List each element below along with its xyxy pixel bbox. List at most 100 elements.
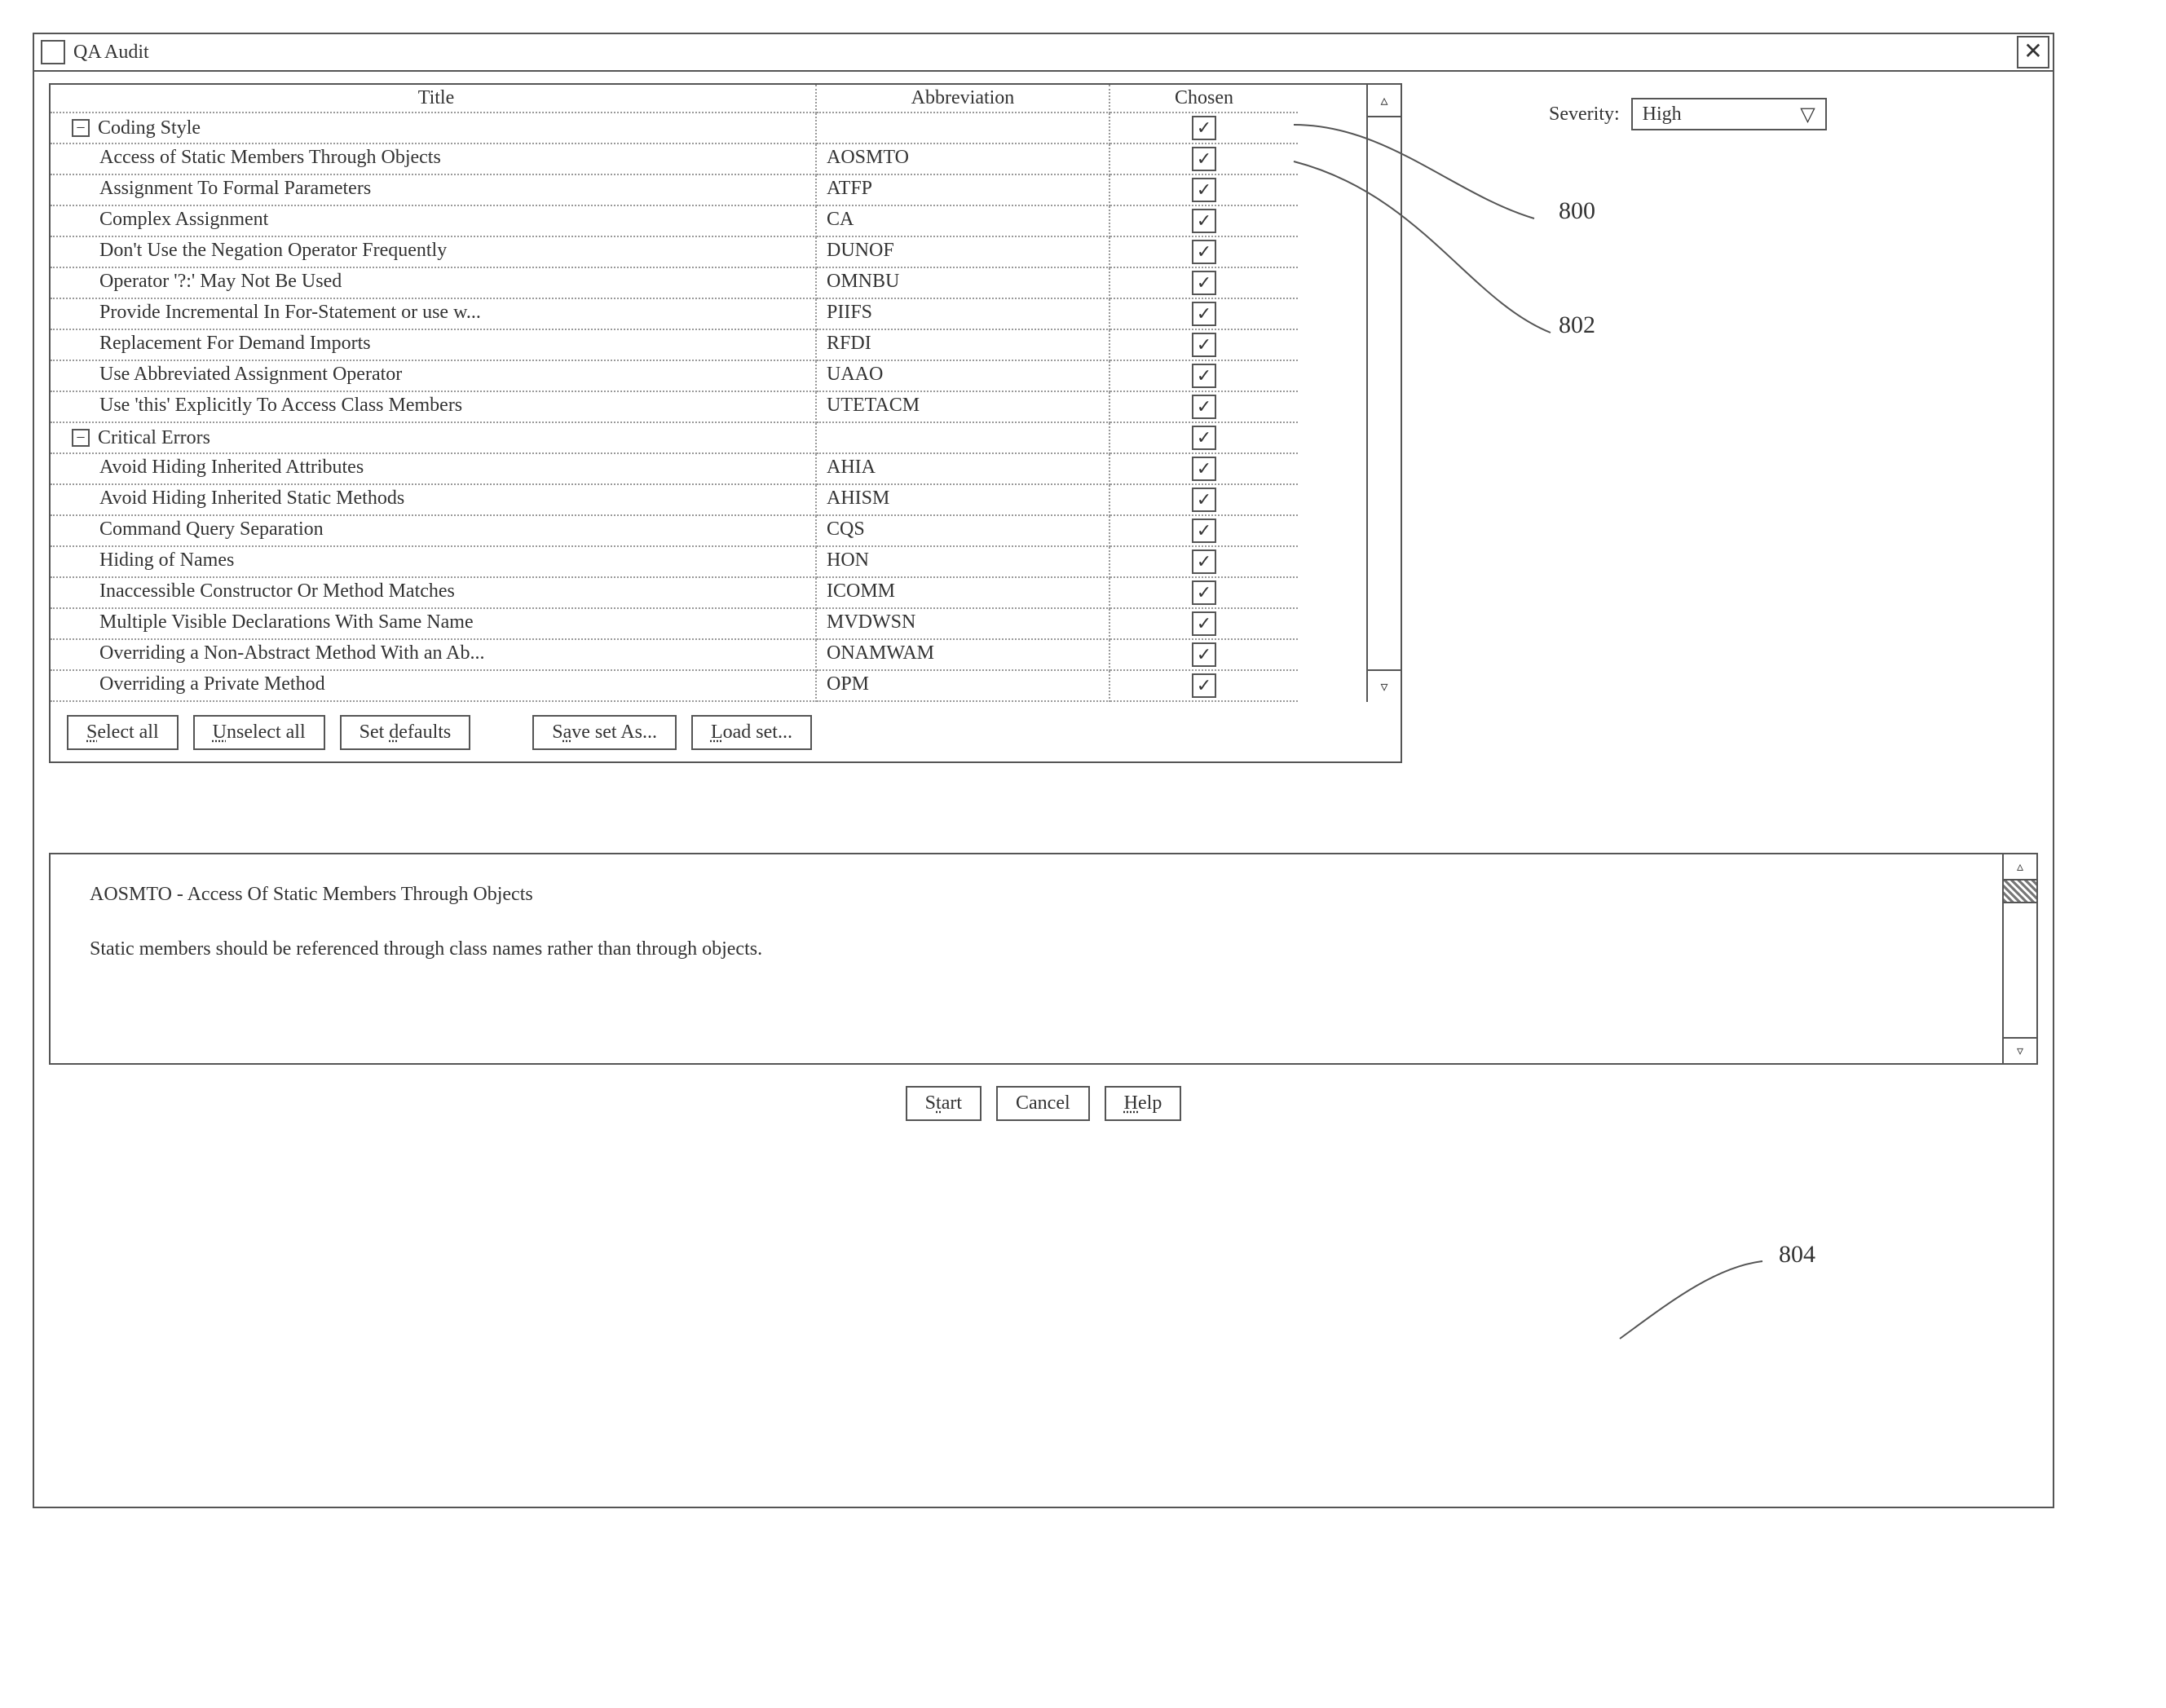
audit-table-panel: Title Abbreviation Chosen −Coding Style … — [49, 83, 1402, 763]
table-row[interactable]: Don't Use the Negation Operator Frequent… — [51, 237, 1366, 268]
table-row[interactable]: Use 'this' Explicitly To Access Class Me… — [51, 392, 1366, 423]
checkbox[interactable]: ✓ — [1192, 426, 1216, 450]
table-row[interactable]: Assignment To Formal Parameters ATFP ✓ — [51, 175, 1366, 206]
checkbox[interactable]: ✓ — [1192, 549, 1216, 574]
table-row[interactable]: Multiple Visible Declarations With Same … — [51, 609, 1366, 640]
system-menu-icon[interactable] — [41, 40, 65, 64]
checkbox[interactable]: ✓ — [1192, 240, 1216, 264]
checkbox[interactable]: ✓ — [1192, 333, 1216, 357]
scroll-up-icon[interactable]: ▵ — [2004, 854, 2036, 880]
group-row[interactable]: −Coding Style ✓ — [51, 113, 1366, 144]
rule-chosen: ✓ — [1110, 609, 1298, 640]
col-chosen: Chosen — [1110, 85, 1298, 113]
rule-chosen: ✓ — [1110, 485, 1298, 516]
rule-abbr: PIIFS — [817, 299, 1110, 330]
checkbox[interactable]: ✓ — [1192, 488, 1216, 512]
table-row[interactable]: Hiding of Names HON ✓ — [51, 547, 1366, 578]
start-button[interactable]: Start — [906, 1086, 982, 1121]
collapse-icon[interactable]: − — [72, 119, 90, 137]
rule-abbr: ONAMWAM — [817, 640, 1110, 671]
rule-abbr: OPM — [817, 671, 1110, 702]
rule-title: Overriding a Private Method — [51, 671, 817, 702]
checkbox[interactable]: ✓ — [1192, 580, 1216, 605]
rule-abbr: HON — [817, 547, 1110, 578]
checkbox[interactable]: ✓ — [1192, 642, 1216, 667]
table-row[interactable]: Overriding a Non-Abstract Method With an… — [51, 640, 1366, 671]
checkbox[interactable]: ✓ — [1192, 364, 1216, 388]
rule-title: Multiple Visible Declarations With Same … — [51, 609, 817, 640]
table-header-row: Title Abbreviation Chosen — [51, 85, 1366, 113]
checkbox[interactable]: ✓ — [1192, 116, 1216, 140]
rule-abbr: CA — [817, 206, 1110, 237]
group-row[interactable]: −Critical Errors ✓ — [51, 423, 1366, 454]
scroll-down-icon[interactable]: ▿ — [2004, 1037, 2036, 1063]
checkbox[interactable]: ✓ — [1192, 302, 1216, 326]
rule-abbr: OMNBU — [817, 268, 1110, 299]
callout-804: 804 — [1779, 1241, 1815, 1269]
cancel-button[interactable]: Cancel — [996, 1086, 1090, 1121]
rule-chosen: ✓ — [1110, 454, 1298, 485]
checkbox[interactable]: ✓ — [1192, 395, 1216, 419]
table-row[interactable]: Avoid Hiding Inherited Attributes AHIA ✓ — [51, 454, 1366, 485]
checkbox[interactable]: ✓ — [1192, 457, 1216, 481]
table-row[interactable]: Operator '?:' May Not Be Used OMNBU ✓ — [51, 268, 1366, 299]
rule-chosen: ✓ — [1110, 640, 1298, 671]
checkbox[interactable]: ✓ — [1192, 178, 1216, 202]
table-row[interactable]: Inaccessible Constructor Or Method Match… — [51, 578, 1366, 609]
checkbox[interactable]: ✓ — [1192, 271, 1216, 295]
table-row[interactable]: Provide Incremental In For-Statement or … — [51, 299, 1366, 330]
set-defaults-button[interactable]: Set defaults — [340, 715, 471, 750]
table-row[interactable]: Avoid Hiding Inherited Static Methods AH… — [51, 485, 1366, 516]
qa-audit-dialog: QA Audit ✕ Title Abbreviation Chosen −Co… — [33, 33, 2054, 1508]
scroll-up-icon[interactable]: ▵ — [1368, 85, 1401, 117]
detail-heading: AOSMTO - Access Of Static Members Throug… — [90, 884, 1963, 906]
table-row[interactable]: Overriding a Private Method OPM ✓ — [51, 671, 1366, 702]
rule-abbr: ATFP — [817, 175, 1110, 206]
window-title: QA Audit — [73, 42, 2017, 64]
load-set-button[interactable]: Load set... — [691, 715, 812, 750]
table-row[interactable]: Command Query Separation CQS ✓ — [51, 516, 1366, 547]
table-row[interactable]: Access of Static Members Through Objects… — [51, 144, 1366, 175]
rule-title: Provide Incremental In For-Statement or … — [51, 299, 817, 330]
detail-scrollbar[interactable]: ▵ ▿ — [2004, 853, 2038, 1065]
rule-title: Inaccessible Constructor Or Method Match… — [51, 578, 817, 609]
checkbox[interactable]: ✓ — [1192, 519, 1216, 543]
scroll-thumb[interactable] — [2004, 880, 2036, 903]
callout-800: 800 — [1559, 197, 1595, 225]
rule-abbr: AHIA — [817, 454, 1110, 485]
rule-chosen: ✓ — [1110, 392, 1298, 423]
help-button[interactable]: Help — [1105, 1086, 1182, 1121]
unselect-all-button[interactable]: Unselect all — [193, 715, 325, 750]
close-button[interactable]: ✕ — [2017, 36, 2049, 68]
close-icon: ✕ — [2023, 41, 2042, 64]
rule-title: Command Query Separation — [51, 516, 817, 547]
collapse-icon[interactable]: − — [72, 429, 90, 447]
scroll-down-icon[interactable]: ▿ — [1368, 669, 1401, 702]
rule-chosen: ✓ — [1110, 516, 1298, 547]
group-name: Critical Errors — [98, 427, 210, 449]
rule-abbr: RFDI — [817, 330, 1110, 361]
dialog-button-row: Start Cancel Help — [49, 1086, 2038, 1121]
rule-abbr: AHISM — [817, 485, 1110, 516]
severity-control: Severity: High ▽ — [1549, 98, 1827, 130]
rule-title: Access of Static Members Through Objects — [51, 144, 817, 175]
scroll-track[interactable] — [2004, 903, 2036, 1037]
checkbox[interactable]: ✓ — [1192, 209, 1216, 233]
table-row[interactable]: Replacement For Demand Imports RFDI ✓ — [51, 330, 1366, 361]
rule-title: Avoid Hiding Inherited Attributes — [51, 454, 817, 485]
save-set-as-button[interactable]: Save set As... — [532, 715, 677, 750]
select-all-button[interactable]: Select all — [67, 715, 179, 750]
chevron-down-icon: ▽ — [1800, 103, 1815, 126]
severity-dropdown[interactable]: High ▽ — [1631, 98, 1827, 130]
table-scrollbar[interactable]: ▵ ▿ — [1366, 85, 1401, 702]
severity-label: Severity: — [1549, 104, 1620, 126]
scroll-track[interactable] — [1368, 117, 1401, 669]
table-row[interactable]: Use Abbreviated Assignment Operator UAAO… — [51, 361, 1366, 392]
rule-chosen: ✓ — [1110, 144, 1298, 175]
checkbox[interactable]: ✓ — [1192, 611, 1216, 636]
rule-chosen: ✓ — [1110, 206, 1298, 237]
detail-panel: AOSMTO - Access Of Static Members Throug… — [49, 853, 2004, 1065]
table-row[interactable]: Complex Assignment CA ✓ — [51, 206, 1366, 237]
checkbox[interactable]: ✓ — [1192, 147, 1216, 171]
checkbox[interactable]: ✓ — [1192, 673, 1216, 698]
